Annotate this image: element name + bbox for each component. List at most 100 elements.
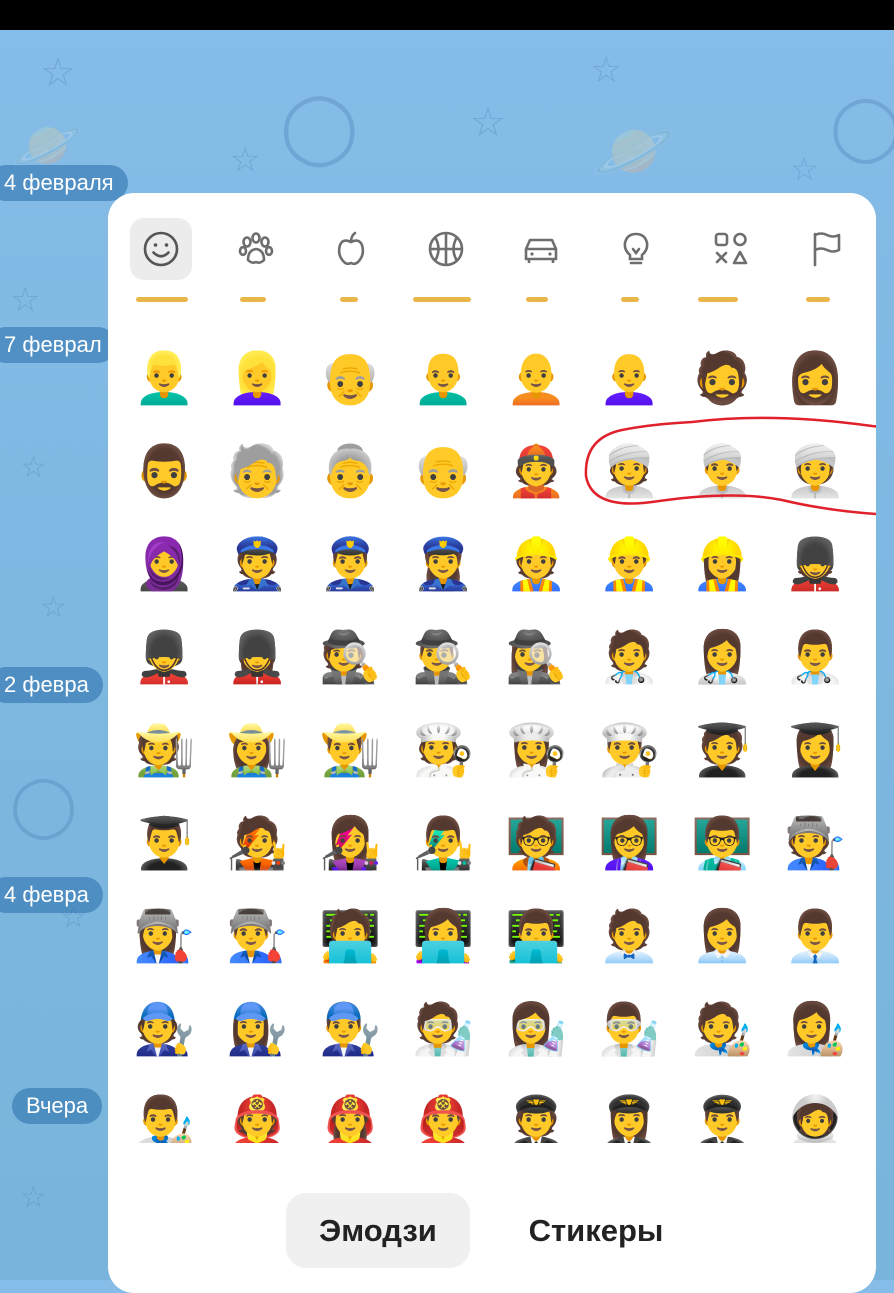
emoji-button[interactable]: 🧕 [118,517,211,610]
emoji-button[interactable]: 🕵️ [304,610,397,703]
emoji-button[interactable]: 👮‍♂️ [304,517,397,610]
category-food-button[interactable] [320,218,382,280]
emoji-button[interactable]: 👨‍🎨 [118,1075,211,1144]
emoji-button[interactable]: 👩‍🦲 [583,331,676,424]
star-doodle: ☆ [230,140,261,180]
emoji-button[interactable]: 👷 [490,517,583,610]
emoji-category-bar [130,218,860,280]
emoji-button[interactable]: 🧑‍🏫 [490,796,583,889]
cut-off-emoji [698,297,738,302]
globe-doodle: ◯ [830,90,894,164]
category-travel-button[interactable] [510,218,572,280]
emoji-button[interactable]: 👩‍🏫 [583,796,676,889]
category-activity-button[interactable] [415,218,477,280]
emoji-button[interactable]: 🧔‍♀️ [769,331,862,424]
emoji-button[interactable]: 🕵️‍♀️ [490,610,583,703]
emoji-button[interactable]: 👩‍💻 [397,889,490,982]
emoji-button[interactable]: 👩‍⚕️ [676,610,769,703]
category-smileys-button[interactable] [130,218,192,280]
star-doodle: ☆ [470,100,506,146]
emoji-button[interactable]: 👩‍🎓 [769,703,862,796]
category-animals-button[interactable] [225,218,287,280]
emoji-button[interactable]: 👩‍🎤 [304,796,397,889]
emoji-button[interactable]: 👨‍🏫 [676,796,769,889]
emoji-button[interactable]: 🧑‍🔬 [397,982,490,1075]
emoji-button[interactable]: 💂‍♂️ [118,610,211,703]
emoji-button[interactable]: 🧑‍🚒 [211,1075,304,1144]
date-separator-2: 7 феврал [0,327,116,363]
cut-off-emoji [806,297,830,302]
category-symbols-button[interactable] [700,218,762,280]
category-objects-button[interactable] [605,218,667,280]
lightbulb-icon [623,232,649,265]
emoji-button[interactable]: 👨‍🔧 [304,982,397,1075]
emoji-button[interactable]: 👨‍🏭 [211,889,304,982]
emoji-button[interactable]: 🧑‍⚕️ [583,610,676,703]
emoji-button[interactable]: 👩‍🏭 [118,889,211,982]
emoji-button[interactable]: 👨‍💻 [490,889,583,982]
emoji-button[interactable]: 👮 [211,517,304,610]
emoji-button[interactable]: 👨‍🦲 [397,331,490,424]
emoji-button[interactable]: 👨‍✈️ [676,1075,769,1144]
emoji-button[interactable]: 🧑‍🍳 [397,703,490,796]
emoji-panel: 👱‍♂️ 👱‍♀️ 👴 👨‍🦲 🧑‍🦲 👩‍🦲 🧔 🧔‍♀️ 🧔‍♂️ 🧓 👵 👴 👲 👳 👳‍♂️ 👳‍♀️… [108,193,876,1293]
emoji-button[interactable]: 👷‍♂️ [583,517,676,610]
category-flags-button[interactable] [795,218,857,280]
flag-icon [813,232,841,267]
emoji-button[interactable]: 🧑‍🔧 [118,982,211,1075]
emoji-button[interactable]: 🧑‍✈️ [490,1075,583,1144]
star-doodle: ☆ [20,1180,47,1215]
emoji-button[interactable]: 🧑‍🏭 [769,796,862,889]
emoji-button[interactable]: 👩‍🌾 [211,703,304,796]
emoji-button[interactable]: 👨‍🔬 [583,982,676,1075]
emoji-button[interactable]: 👴 [397,424,490,517]
emoji-button[interactable]: 👳 [583,424,676,517]
emoji-button[interactable]: 🧑‍💻 [304,889,397,982]
emoji-button[interactable]: 👩‍✈️ [583,1075,676,1144]
emoji-button[interactable]: 💂 [769,517,862,610]
emoji-button[interactable]: 🧔‍♂️ [118,424,211,517]
emoji-button[interactable]: 👩‍🔧 [211,982,304,1075]
cut-off-emoji-row [108,293,876,305]
emoji-button[interactable]: 👮‍♀️ [397,517,490,610]
emoji-button[interactable]: 👱‍♂️ [118,331,211,424]
emoji-button[interactable]: 👨‍🚒 [397,1075,490,1144]
emoji-button[interactable]: 🧑‍🎤 [211,796,304,889]
tab-emoji[interactable]: Эмодзи [286,1193,470,1268]
emoji-button[interactable]: 👨‍⚕️ [769,610,862,703]
emoji-button[interactable]: 👴 [304,331,397,424]
emoji-button[interactable]: 👷‍♀️ [676,517,769,610]
date-separator-3: 2 февра [0,667,103,703]
emoji-button[interactable]: 👱‍♀️ [211,331,304,424]
emoji-button[interactable]: 🧑‍🎨 [676,982,769,1075]
emoji-button[interactable]: 👩‍🎨 [769,982,862,1075]
tab-stickers[interactable]: Стикеры [508,1193,684,1268]
emoji-button[interactable]: 👩‍💼 [676,889,769,982]
emoji-button[interactable]: 🧑‍🦲 [490,331,583,424]
emoji-button[interactable]: 👩‍🔬 [490,982,583,1075]
cut-off-emoji [526,297,548,302]
emoji-button[interactable]: 💂‍♀️ [211,610,304,703]
emoji-button[interactable]: 🧑‍🚀 [769,1075,862,1144]
emoji-button[interactable]: 🧓 [211,424,304,517]
emoji-button[interactable]: 👩‍🍳 [490,703,583,796]
emoji-button[interactable]: 👩‍🚒 [304,1075,397,1144]
emoji-button[interactable]: 👨‍🍳 [583,703,676,796]
emoji-button[interactable]: 🕵️‍♂️ [397,610,490,703]
emoji-button[interactable]: 🧑‍🌾 [118,703,211,796]
emoji-button[interactable]: 👨‍💼 [769,889,862,982]
paw-icon [238,232,274,264]
emoji-button[interactable]: 👵 [304,424,397,517]
star-doodle: ☆ [20,450,47,485]
symbols-icon [714,232,748,265]
emoji-button[interactable]: 👳‍♂️ [676,424,769,517]
emoji-button[interactable]: 👨‍🌾 [304,703,397,796]
emoji-grid-scroll-area[interactable]: 👱‍♂️ 👱‍♀️ 👴 👨‍🦲 🧑‍🦲 👩‍🦲 🧔 🧔‍♀️ 🧔‍♂️ 🧓 👵 👴 👲 👳 👳‍♂️ 👳‍♀️… [108,293,876,1143]
emoji-button[interactable]: 👲 [490,424,583,517]
emoji-button[interactable]: 👳‍♀️ [769,424,862,517]
emoji-button[interactable]: 👨‍🎤 [397,796,490,889]
emoji-button[interactable]: 🧑‍💼 [583,889,676,982]
emoji-button[interactable]: 👨‍🎓 [118,796,211,889]
emoji-button[interactable]: 🧑‍🎓 [676,703,769,796]
emoji-button[interactable]: 🧔 [676,331,769,424]
